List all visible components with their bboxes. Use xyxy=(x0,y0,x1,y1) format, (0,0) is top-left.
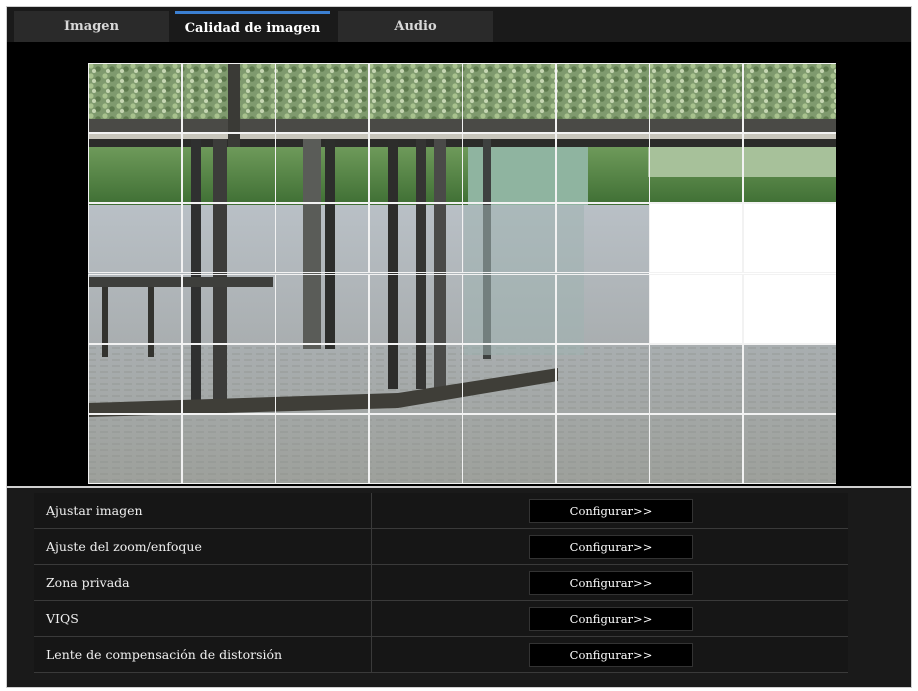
grid-cell[interactable] xyxy=(182,63,276,133)
setting-label: Ajuste del zoom/enfoque xyxy=(46,529,202,564)
grid-cell[interactable] xyxy=(275,414,369,484)
column-separator xyxy=(371,529,372,565)
grid-cell[interactable] xyxy=(182,414,276,484)
configure-button[interactable]: Configurar>> xyxy=(529,535,693,559)
grid-cell[interactable] xyxy=(556,133,650,203)
camera-image[interactable] xyxy=(88,63,836,484)
grid-cell[interactable] xyxy=(462,63,556,133)
settings-row-zona-privada: Zona privada Configurar>> xyxy=(34,565,848,601)
grid-cell[interactable] xyxy=(649,203,743,273)
grid-cell[interactable] xyxy=(275,63,369,133)
grid-cell[interactable] xyxy=(182,274,276,344)
column-separator xyxy=(371,601,372,637)
grid-cell[interactable] xyxy=(88,63,182,133)
grid-cell[interactable] xyxy=(88,203,182,273)
grid-cell[interactable] xyxy=(649,63,743,133)
grid-cell[interactable] xyxy=(556,344,650,414)
grid-cell[interactable] xyxy=(369,414,463,484)
grid-cell[interactable] xyxy=(88,274,182,344)
divider xyxy=(7,486,911,488)
grid-cell[interactable] xyxy=(556,203,650,273)
camera-preview xyxy=(7,42,911,486)
grid-cell[interactable] xyxy=(556,274,650,344)
setting-label: Zona privada xyxy=(46,565,130,600)
configure-button[interactable]: Configurar>> xyxy=(529,571,693,595)
grid-cell[interactable] xyxy=(369,274,463,344)
grid-cell[interactable] xyxy=(369,63,463,133)
tab-audio[interactable]: Audio xyxy=(338,11,493,42)
setting-label: Ajustar imagen xyxy=(46,493,143,528)
grid-cell[interactable] xyxy=(743,203,836,273)
grid-cell[interactable] xyxy=(369,133,463,203)
tab-imagen[interactable]: Imagen xyxy=(14,11,169,42)
grid-cell[interactable] xyxy=(182,133,276,203)
settings-row-viqs: VIQS Configurar>> xyxy=(34,601,848,637)
settings-row-ajustar-imagen: Ajustar imagen Configurar>> xyxy=(34,493,848,529)
grid-cell[interactable] xyxy=(743,414,836,484)
grid-cell[interactable] xyxy=(649,133,743,203)
column-separator xyxy=(371,493,372,529)
settings-row-zoom-enfoque: Ajuste del zoom/enfoque Configurar>> xyxy=(34,529,848,565)
configure-button[interactable]: Configurar>> xyxy=(529,643,693,667)
settings-list: Ajustar imagen Configurar>> Ajuste del z… xyxy=(34,493,848,675)
row-separator xyxy=(34,672,848,673)
setting-label: VIQS xyxy=(46,601,79,636)
grid-cell[interactable] xyxy=(462,133,556,203)
grid-cell[interactable] xyxy=(88,414,182,484)
grid-cell[interactable] xyxy=(462,274,556,344)
settings-row-lente-distorsion: Lente de compensación de distorsión Conf… xyxy=(34,637,848,673)
grid-cell[interactable] xyxy=(462,203,556,273)
grid-cell[interactable] xyxy=(556,414,650,484)
grid-cell[interactable] xyxy=(743,344,836,414)
grid-cell[interactable] xyxy=(462,414,556,484)
configure-button[interactable]: Configurar>> xyxy=(529,499,693,523)
grid-cell[interactable] xyxy=(743,63,836,133)
grid-cell[interactable] xyxy=(275,203,369,273)
grid-cell[interactable] xyxy=(275,274,369,344)
grid-cell[interactable] xyxy=(182,203,276,273)
grid-cell[interactable] xyxy=(275,344,369,414)
grid-cell[interactable] xyxy=(88,133,182,203)
grid-cell[interactable] xyxy=(462,344,556,414)
grid-cell[interactable] xyxy=(649,274,743,344)
grid-cell[interactable] xyxy=(649,344,743,414)
grid-cell[interactable] xyxy=(556,63,650,133)
configure-button[interactable]: Configurar>> xyxy=(529,607,693,631)
grid-cell[interactable] xyxy=(743,274,836,344)
grid-cell[interactable] xyxy=(88,344,182,414)
settings-page: Imagen Calidad de imagen Audio xyxy=(6,6,912,688)
grid-cell[interactable] xyxy=(649,414,743,484)
column-separator xyxy=(371,637,372,673)
grid-cell[interactable] xyxy=(369,203,463,273)
column-separator xyxy=(371,565,372,601)
grid-cell[interactable] xyxy=(182,344,276,414)
tab-bar: Imagen Calidad de imagen Audio xyxy=(7,7,911,42)
grid-cell[interactable] xyxy=(369,344,463,414)
tab-calidad-de-imagen[interactable]: Calidad de imagen xyxy=(175,11,330,42)
setting-label: Lente de compensación de distorsión xyxy=(46,637,282,672)
grid-cell[interactable] xyxy=(275,133,369,203)
grid-cell[interactable] xyxy=(743,133,836,203)
